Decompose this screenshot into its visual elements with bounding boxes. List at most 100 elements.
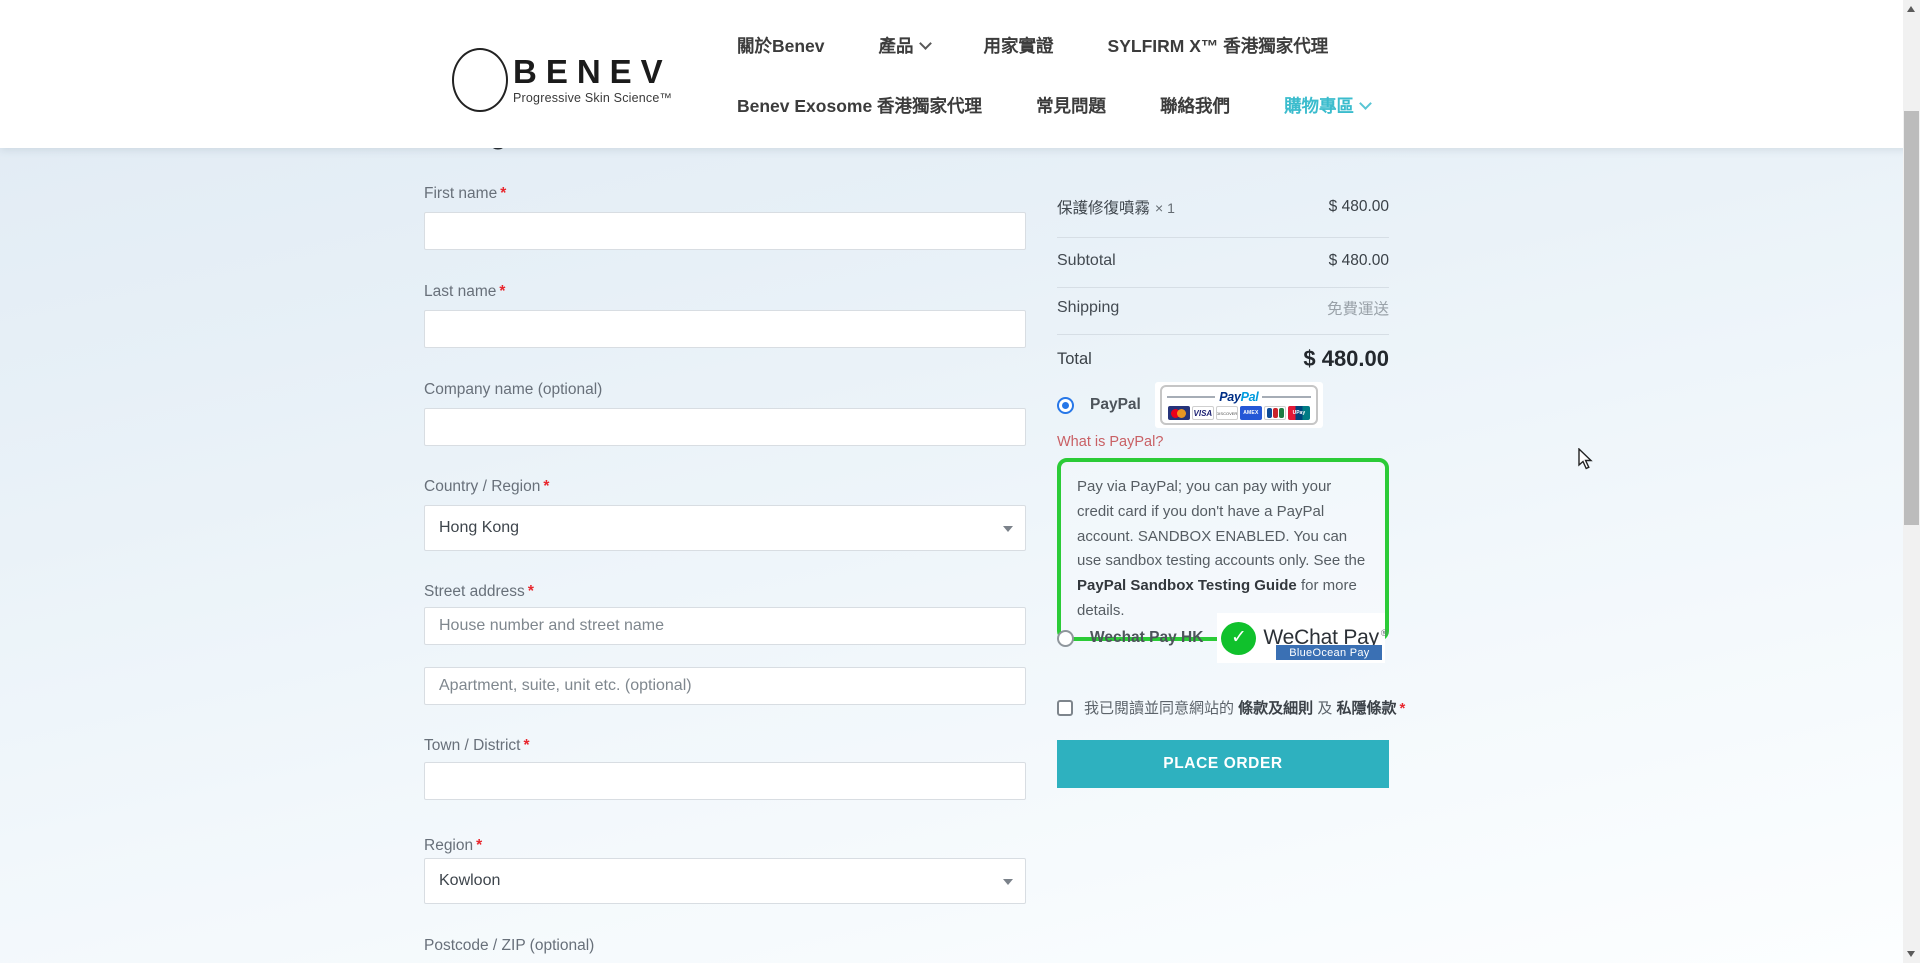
- region-select-value: Kowloon: [439, 872, 500, 890]
- paypal-logo: PayPal: [1167, 390, 1311, 404]
- mastercard-icon: [1168, 406, 1190, 420]
- label-text: Company name (optional): [424, 381, 602, 398]
- site-header: BENEV Progressive Skin Science™ 關於Benev …: [0, 0, 1920, 148]
- logo-text: BENEV Progressive Skin Science™: [513, 55, 672, 105]
- subtotal-row: Subtotal $ 480.00: [1057, 252, 1389, 270]
- nav-label: 產品: [879, 33, 914, 58]
- paypal-description-text: Pay via PayPal; you can pay with your cr…: [1077, 478, 1365, 569]
- nav-label: 購物專區: [1284, 93, 1354, 118]
- logo-tagline: Progressive Skin Science™: [513, 91, 672, 105]
- scrollbar-thumb[interactable]: [1904, 111, 1919, 525]
- nav-label: 常見問題: [1036, 93, 1106, 118]
- paypal-logo-pay: Pay: [1219, 390, 1240, 404]
- shipping-label: Shipping: [1057, 299, 1119, 317]
- label-text: Country / Region: [424, 478, 540, 495]
- nav-item-sylfirm[interactable]: SYLFIRM X™ 香港獨家代理: [1108, 33, 1329, 58]
- nav-item-testimonials[interactable]: 用家實證: [984, 33, 1054, 58]
- subtotal-label: Subtotal: [1057, 252, 1116, 270]
- nav-item-faq[interactable]: 常見問題: [1036, 93, 1106, 118]
- wechat-radio[interactable]: [1057, 630, 1074, 647]
- nav-row-1: 關於Benev 產品 用家實證 SYLFIRM X™ 香港獨家代理: [737, 33, 1328, 58]
- logo-circle-icon: [452, 48, 508, 112]
- label-text: Town / District: [424, 737, 520, 754]
- label-text: First name: [424, 185, 497, 202]
- wechat-label[interactable]: Wechat Pay HK: [1090, 629, 1203, 647]
- privacy-policy-link[interactable]: 私隱條款: [1337, 700, 1397, 717]
- order-item: 保護修復噴霧× 1: [1057, 196, 1175, 218]
- scrollbar-down-arrow-icon[interactable]: [1907, 951, 1915, 957]
- chevron-down-icon: [919, 37, 932, 50]
- total-label: Total: [1057, 350, 1092, 369]
- terms-text: 我已閱讀並同意網站的 條款及細則 及 私隱條款*: [1084, 697, 1405, 718]
- first-name-input[interactable]: [424, 212, 1026, 250]
- terms-row: 我已閱讀並同意網站的 條款及細則 及 私隱條款*: [1057, 697, 1405, 718]
- nav-row-2: Benev Exosome 香港獨家代理 常見問題 聯絡我們 購物專區: [737, 93, 1370, 118]
- terms-mid: 及: [1313, 700, 1336, 717]
- divider: [1262, 396, 1310, 398]
- company-name-input[interactable]: [424, 408, 1026, 446]
- nav-label: 聯絡我們: [1160, 93, 1230, 118]
- paypal-sandbox-guide-link[interactable]: PayPal Sandbox Testing Guide: [1077, 577, 1297, 594]
- country-select-value: Hong Kong: [439, 519, 519, 537]
- terms-and-conditions-link[interactable]: 條款及細則: [1238, 700, 1313, 717]
- nav-label: Benev Exosome 香港獨家代理: [737, 93, 982, 118]
- divider: [1057, 237, 1389, 238]
- place-order-button[interactable]: PLACE ORDER: [1057, 740, 1389, 788]
- nav-label: 關於Benev: [737, 33, 825, 58]
- terms-checkbox[interactable]: [1057, 700, 1073, 716]
- terms-prefix: 我已閱讀並同意網站的: [1084, 700, 1238, 717]
- paypal-payment-row: PayPal PayPal VISA DISCOVER AMEX UPay: [1057, 382, 1323, 428]
- label-text: Last name: [424, 283, 496, 300]
- label-text: Street address: [424, 583, 525, 600]
- nav-item-contact[interactable]: 聯絡我們: [1160, 93, 1230, 118]
- scrollbar-up-arrow-icon[interactable]: [1907, 6, 1915, 12]
- nav-item-about-benev[interactable]: 關於Benev: [737, 33, 825, 58]
- town-district-label: Town / District*: [424, 737, 530, 755]
- first-name-label: First name*: [424, 185, 506, 203]
- checkout-page: Billing details Your order BENEV Progres…: [0, 0, 1920, 963]
- region-label: Region*: [424, 837, 482, 855]
- last-name-input[interactable]: [424, 310, 1026, 348]
- wechat-pay-logo[interactable]: ✓ WeChat Pay® BlueOcean Pay: [1217, 613, 1385, 663]
- checkmark-icon: ✓: [1231, 628, 1247, 647]
- street-address-2-input[interactable]: [424, 667, 1026, 705]
- label-text: Region: [424, 837, 473, 854]
- vertical-scrollbar[interactable]: [1903, 0, 1920, 963]
- required-asterisk: *: [476, 837, 482, 854]
- total-value: $ 480.00: [1303, 346, 1389, 372]
- divider: [1057, 287, 1389, 288]
- paypal-acceptance-mark[interactable]: PayPal VISA DISCOVER AMEX UPay: [1155, 382, 1323, 428]
- street-address-input[interactable]: [424, 607, 1026, 645]
- subtotal-value: $ 480.00: [1329, 252, 1389, 270]
- jcb-icon: [1264, 406, 1286, 420]
- paypal-radio[interactable]: [1057, 397, 1074, 414]
- dropdown-arrow-icon: [1003, 526, 1013, 532]
- order-item-row: 保護修復噴霧× 1 $ 480.00: [1057, 196, 1389, 218]
- required-asterisk: *: [1400, 700, 1406, 717]
- nav-item-shop[interactable]: 購物專區: [1284, 93, 1370, 118]
- wechat-payment-row: Wechat Pay HK ✓ WeChat Pay® BlueOcean Pa…: [1057, 613, 1385, 663]
- what-is-paypal-link[interactable]: What is PayPal?: [1057, 434, 1163, 450]
- visa-icon: VISA: [1192, 406, 1214, 420]
- amex-icon: AMEX: [1240, 406, 1262, 420]
- total-row: Total $ 480.00: [1057, 346, 1389, 372]
- site-logo[interactable]: BENEV Progressive Skin Science™: [452, 48, 672, 112]
- nav-label: SYLFIRM X™ 香港獨家代理: [1108, 33, 1329, 58]
- mouse-cursor-icon: [1578, 448, 1598, 477]
- item-quantity: × 1: [1155, 200, 1175, 216]
- postcode-label: Postcode / ZIP (optional): [424, 937, 594, 955]
- nav-item-products[interactable]: 產品: [879, 33, 930, 58]
- shipping-row: Shipping 免費運送: [1057, 297, 1389, 319]
- divider: [1057, 334, 1389, 335]
- nav-item-benev-exosome[interactable]: Benev Exosome 香港獨家代理: [737, 93, 982, 118]
- paypal-label[interactable]: PayPal: [1090, 396, 1141, 414]
- logo-brand: BENEV: [513, 55, 672, 88]
- country-select[interactable]: Hong Kong: [424, 505, 1026, 551]
- required-asterisk: *: [500, 185, 506, 202]
- divider: [1167, 396, 1215, 398]
- region-select[interactable]: Kowloon: [424, 858, 1026, 904]
- required-asterisk: *: [528, 583, 534, 600]
- required-asterisk: *: [499, 283, 505, 300]
- town-district-input[interactable]: [424, 762, 1026, 800]
- blueocean-pay-banner: BlueOcean Pay: [1276, 645, 1382, 660]
